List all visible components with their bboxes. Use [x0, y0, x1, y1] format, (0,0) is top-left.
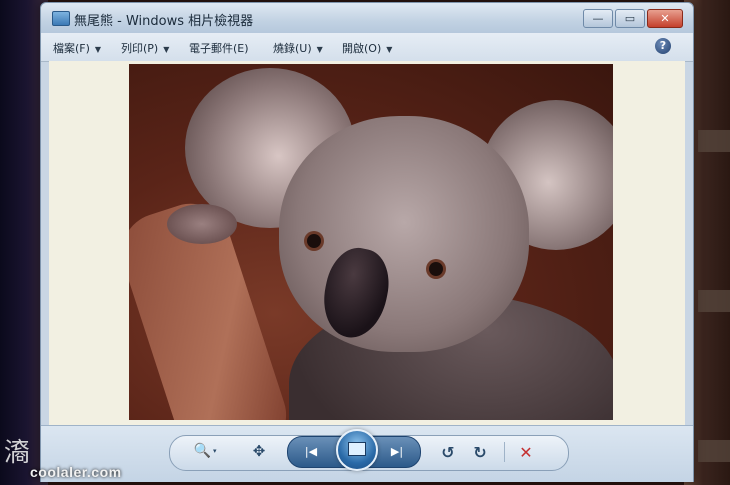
watermark-text: coolaler.com	[30, 464, 122, 480]
title-bar[interactable]: 無尾熊 - Windows 相片檢視器 — ▭ ✕	[41, 3, 693, 33]
menu-open-label: 開啟(O)	[342, 42, 382, 55]
zoom-icon: 🔍	[193, 443, 211, 459]
chevron-down-icon: ▼	[163, 45, 170, 54]
minimize-button[interactable]: —	[583, 9, 613, 28]
zoom-button[interactable]: 🔍 ▾	[189, 440, 221, 462]
background-stripe	[698, 440, 730, 462]
next-button[interactable]: ▶|	[383, 441, 411, 461]
maximize-button[interactable]: ▭	[615, 9, 645, 28]
previous-icon: |◀	[304, 444, 318, 458]
menu-burn[interactable]: 燒錄(U) ▼	[273, 40, 323, 56]
menu-file-label: 檔案(F)	[53, 42, 90, 55]
menu-bar: 檔案(F) ▼ 列印(P) ▼ 電子郵件(E) 燒錄(U) ▼ 開啟(O) ▼ ?	[41, 33, 693, 62]
menu-print-label: 列印(P)	[121, 42, 159, 55]
actual-size-button[interactable]: ✥	[248, 440, 270, 462]
chevron-down-icon: ▼	[386, 45, 393, 54]
rotate-clockwise-button[interactable]: ↻	[469, 441, 491, 463]
actual-size-icon: ✥	[252, 442, 266, 460]
photo-koala-paw	[167, 204, 237, 244]
photo-koala-left-eye	[307, 234, 321, 248]
menu-burn-label: 燒錄(U)	[273, 42, 312, 55]
slideshow-button[interactable]	[336, 429, 378, 471]
window-title: 無尾熊 - Windows 相片檢視器	[74, 14, 254, 29]
previous-button[interactable]: |◀	[297, 441, 325, 461]
chevron-down-icon: ▼	[94, 45, 102, 54]
image-viewport	[49, 61, 685, 425]
chevron-down-icon: ▾	[212, 447, 217, 455]
delete-icon: ✕	[519, 442, 533, 462]
background-stripe	[698, 290, 730, 312]
menu-file[interactable]: 檔案(F) ▼	[53, 40, 101, 56]
next-icon: ▶|	[390, 444, 404, 458]
koala-photo	[129, 64, 613, 420]
rotate-left-icon: ↺	[441, 442, 455, 462]
delete-button[interactable]: ✕	[515, 441, 537, 463]
menu-open[interactable]: 開啟(O) ▼	[342, 40, 392, 56]
maximize-icon: ▭	[624, 12, 636, 25]
toolbar-separator	[504, 442, 505, 462]
photo-viewer-app-icon[interactable]	[52, 11, 70, 26]
menu-print[interactable]: 列印(P) ▼	[121, 40, 169, 56]
rotate-right-icon: ↻	[473, 442, 487, 462]
chevron-down-icon: ▼	[316, 45, 323, 54]
watermark-logo: 㵝	[4, 438, 31, 468]
photo-viewer-window: 無尾熊 - Windows 相片檢視器 — ▭ ✕ 檔案(F) ▼ 列印(P) ▼ …	[40, 2, 694, 482]
control-bar: 🔍 ▾ ✥ |◀ ▶| ↺ ↻ ✕	[41, 425, 693, 482]
menu-email-label: 電子郵件(E)	[189, 42, 249, 55]
close-icon: ✕	[660, 12, 670, 25]
photo-koala-right-eye	[429, 262, 443, 276]
background-stripe	[698, 130, 730, 152]
close-button[interactable]: ✕	[647, 9, 683, 28]
minimize-icon: —	[592, 12, 604, 25]
menu-email[interactable]: 電子郵件(E)	[189, 40, 249, 56]
rotate-counterclockwise-button[interactable]: ↺	[437, 441, 459, 463]
slideshow-icon	[348, 442, 366, 456]
help-icon[interactable]: ?	[655, 38, 671, 54]
